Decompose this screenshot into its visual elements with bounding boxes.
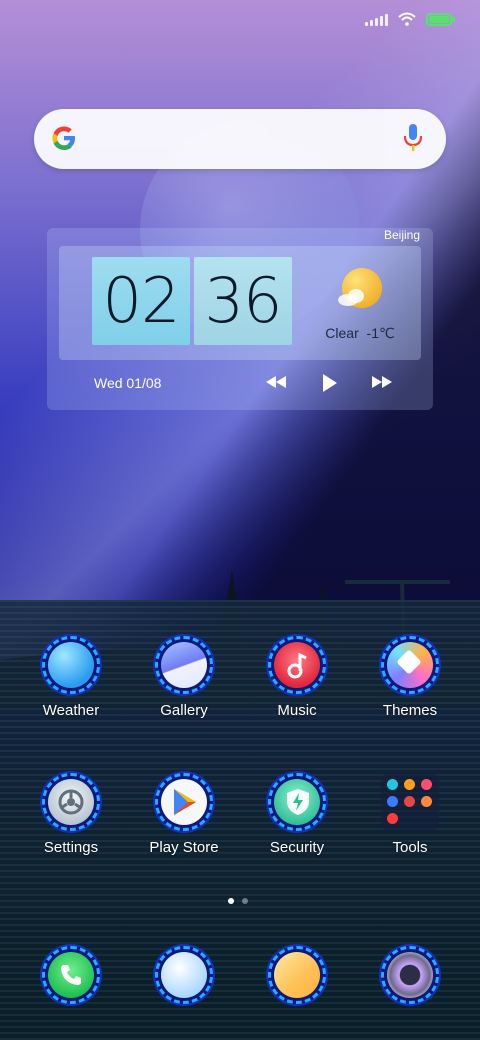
app-label-themes: Themes (382, 702, 438, 719)
phone-app-icon (42, 946, 100, 1004)
app-label-settings: Settings (43, 839, 99, 856)
app-play-store[interactable]: Play Store (134, 773, 234, 856)
app-label-security: Security (269, 839, 325, 856)
app-music[interactable]: Music (247, 636, 347, 719)
app-security[interactable]: Security (247, 773, 347, 856)
settings-app-icon (42, 773, 100, 831)
themes-app-icon (381, 636, 439, 694)
google-search-bar[interactable] (34, 109, 446, 169)
wifi-icon (398, 12, 416, 26)
app-weather[interactable]: Weather (21, 636, 121, 719)
weather-app-icon (42, 636, 100, 694)
gallery-app-icon (155, 636, 213, 694)
dock-messages[interactable] (134, 946, 234, 1004)
page-dot (242, 898, 248, 904)
app-label-tools: Tools (392, 839, 428, 856)
camera-app-icon (381, 946, 439, 1004)
home-screen: Beijing 02 36 Clear -1℃ Wed 01/08 Weathe… (0, 0, 480, 1040)
play-store-app-icon (155, 773, 213, 831)
cellular-signal-icon (365, 12, 388, 26)
status-bar (0, 0, 480, 44)
date-label: Wed 01/08 (94, 375, 162, 391)
play-icon[interactable] (318, 372, 340, 394)
app-label-play-store: Play Store (149, 839, 219, 856)
app-label-music: Music (277, 702, 317, 719)
battery-charging-icon (426, 12, 455, 26)
security-app-icon (268, 773, 326, 831)
city-label: Beijing (383, 228, 420, 242)
dock-notes[interactable] (247, 946, 347, 1004)
dock-camera[interactable] (360, 946, 460, 1004)
folder-tools[interactable]: Tools (360, 773, 460, 856)
next-icon[interactable] (370, 372, 394, 392)
app-settings[interactable]: Settings (21, 773, 121, 856)
messages-app-icon (155, 946, 213, 1004)
partly-sunny-icon (338, 268, 382, 308)
tools-folder-icon (381, 773, 439, 831)
page-indicator (228, 898, 248, 904)
google-g-icon (52, 126, 75, 150)
dock-phone[interactable] (21, 946, 121, 1004)
app-themes[interactable]: Themes (360, 636, 460, 719)
notes-app-icon (268, 946, 326, 1004)
previous-icon[interactable] (264, 372, 288, 392)
app-label-gallery: Gallery (160, 702, 208, 719)
weather-condition-temp[interactable]: Clear -1℃ (320, 325, 400, 342)
app-gallery[interactable]: Gallery (134, 636, 234, 719)
music-app-icon (268, 636, 326, 694)
microphone-icon[interactable] (402, 122, 424, 154)
clock-hours[interactable]: 02 (92, 257, 190, 345)
clock-minutes[interactable]: 36 (194, 257, 292, 345)
page-dot-active (228, 898, 234, 904)
app-label-weather: Weather (42, 702, 100, 719)
